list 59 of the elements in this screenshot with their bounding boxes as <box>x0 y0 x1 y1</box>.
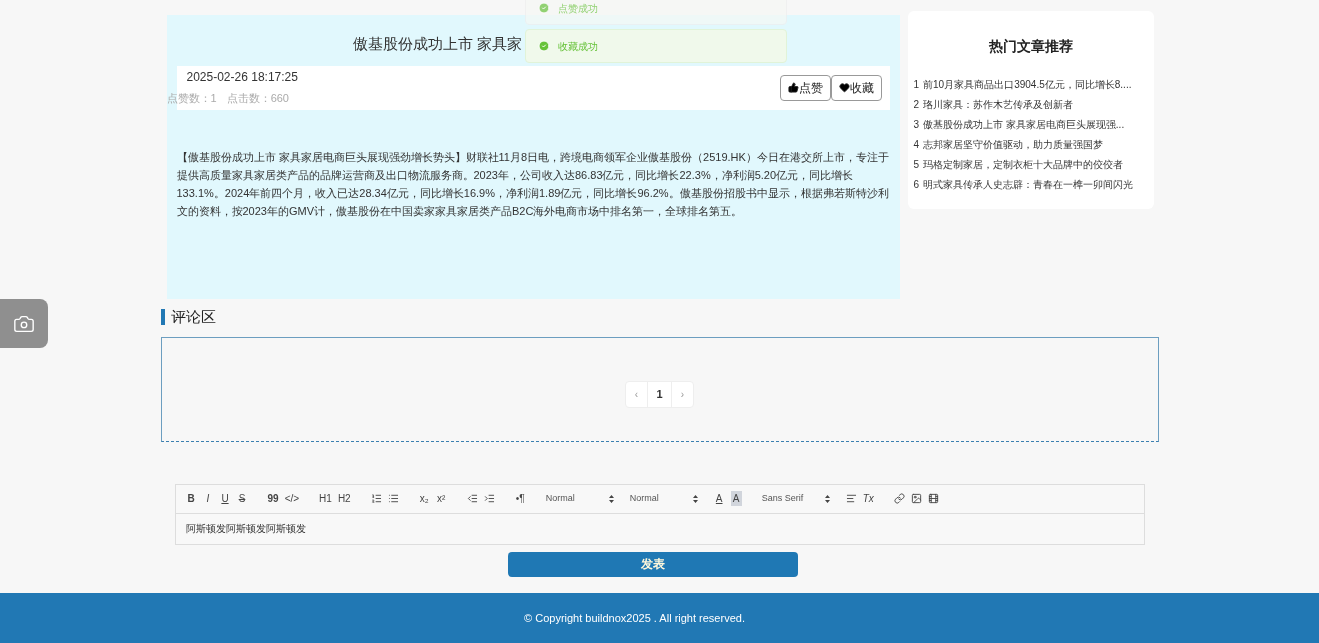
format-button[interactable]: x² <box>435 491 447 506</box>
article-link[interactable]: 志邦家居坚守价值驱动，助力质量强国梦 <box>923 137 1104 152</box>
publish-date: 2025-02-26 18:17:25 <box>186 69 298 87</box>
updown-icon <box>692 494 698 503</box>
toast-message: 收藏成功 <box>558 39 598 54</box>
format-button[interactable]: H2 <box>337 491 351 506</box>
article-link[interactable]: 傲基股份成功上市 家具家居电商巨头展现强... <box>923 117 1125 132</box>
format-button[interactable]: x₂ <box>418 491 430 506</box>
toast-message: 点赞成功 <box>558 1 598 16</box>
updown-icon <box>824 494 830 503</box>
format-button[interactable]: H1 <box>319 491 332 506</box>
rank-number: 5 <box>913 158 920 172</box>
article-link[interactable]: 珞川家具：苏作木艺传承及创新者 <box>923 97 1074 112</box>
article-title: 傲基股份成功上市 家具家 <box>352 34 522 54</box>
format-button[interactable]: A <box>730 491 742 506</box>
rank-number: 3 <box>913 118 920 132</box>
outdent-icon[interactable] <box>466 493 478 504</box>
thumbs-up-icon <box>787 82 799 93</box>
format-button[interactable]: I <box>202 491 214 506</box>
heart-icon <box>838 82 850 93</box>
link-icon[interactable] <box>893 493 905 504</box>
format-button[interactable]: B <box>185 491 197 506</box>
format-button[interactable]: Tx <box>862 491 874 506</box>
format-dropdown[interactable]: Sans Serif <box>761 491 840 506</box>
sidebar-title: 热门文章推荐 <box>987 37 1074 56</box>
rank-number: 6 <box>913 178 920 192</box>
like-count: 点赞数：1 <box>166 91 217 107</box>
view-count: 点击数：660 <box>226 91 289 107</box>
publish-button[interactable]: 发表 <box>507 551 798 577</box>
rank-number: 4 <box>913 138 920 152</box>
article-body: 【傲基股份成功上市 家具家居电商巨头展现强劲增长势头】财联社11月8日电，跨境电商领军企业傲基股份（2519.HK）今日在港交所上市，专注于提供高质量家具家居类产品的品牌运营商及出口物流服务商。2023年，公司收入达86.83亿元，同比增长22.3%，净利润5.20亿元，同比增长133.1%。2024年前四个月，收入已达28.34亿元，同比增长16.9%，净利润1.89亿元，同比增长96.2%。傲基股份招股书中显示，根据弗若斯特沙利文的资料，按2023年的GMV计，傲基股份在中国卖家家具家居类产品B2C海外电商市场中排名第一，全球排名第五。 <box>176 149 890 219</box>
favorite-button[interactable]: 收藏 <box>830 74 882 101</box>
section-title: 评论区 <box>170 307 216 327</box>
check-icon <box>538 40 550 52</box>
format-button[interactable]: </> <box>284 491 300 506</box>
article-link[interactable]: 前10月家具商品出口3904.5亿元，同比增长8.... <box>923 77 1132 92</box>
format-button[interactable]: •¶ <box>514 491 526 506</box>
format-button[interactable]: 99 <box>267 491 279 506</box>
format-button[interactable]: S <box>236 491 248 506</box>
format-button[interactable]: U <box>219 491 231 506</box>
indent-icon[interactable] <box>483 493 495 504</box>
article-link[interactable]: 玛格定制家居，定制衣柜十大品牌中的佼佼者 <box>923 157 1124 172</box>
format-dropdown[interactable]: Normal <box>545 491 624 506</box>
page-number[interactable]: 1 <box>647 381 672 407</box>
ordered-list-icon[interactable] <box>370 493 382 504</box>
article-link[interactable]: 明式家具传承人史志辟：青春在一榫一卯间闪光 <box>923 177 1134 192</box>
like-button[interactable]: 点赞 <box>779 74 831 101</box>
editor-input[interactable]: 阿斯顿发阿斯顿发阿斯顿发 <box>175 513 1144 544</box>
image-icon[interactable] <box>910 493 922 504</box>
rank-number: 1 <box>913 78 920 92</box>
bullet-list-icon[interactable] <box>387 493 399 504</box>
format-dropdown[interactable]: Normal <box>629 491 708 506</box>
align-icon[interactable] <box>845 493 857 504</box>
rank-number: 2 <box>913 98 920 112</box>
copyright-text: © Copyright buildnox2025 . All right reserved. <box>524 610 745 626</box>
screenshot-button[interactable] <box>0 299 48 348</box>
video-icon[interactable] <box>927 493 939 504</box>
format-button[interactable]: A <box>713 491 725 506</box>
updown-icon <box>608 494 614 503</box>
